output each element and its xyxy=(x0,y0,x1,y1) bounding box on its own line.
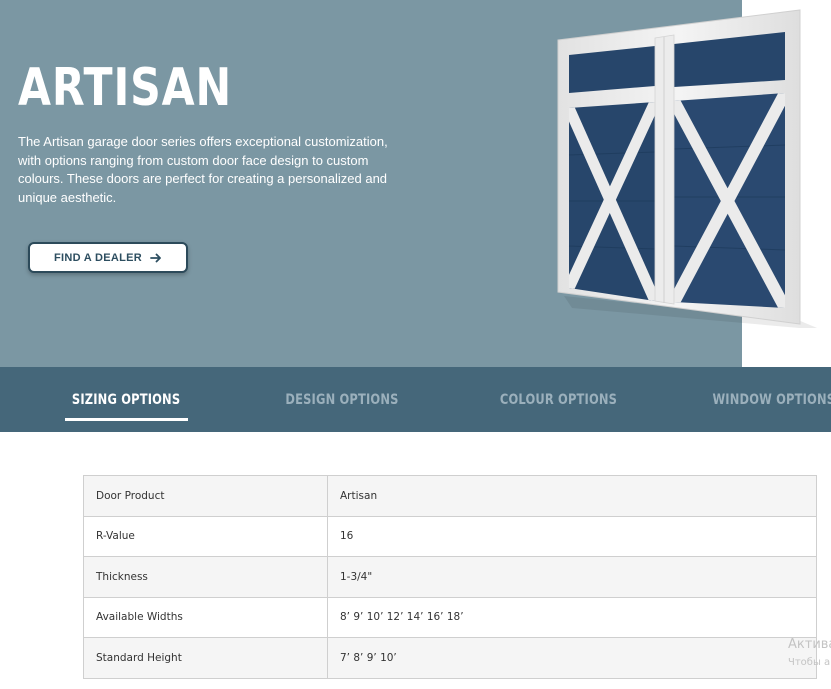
hero-title: ARTISAN xyxy=(18,58,233,118)
spec-value: 8’ 9’ 10’ 12’ 14’ 16’ 18’ xyxy=(327,596,817,638)
tab-window-options[interactable]: WINDOW OPTIONS xyxy=(704,367,831,432)
spec-value: 7’ 8’ 9’ 10’ xyxy=(327,637,817,679)
tab-colour-options[interactable]: COLOUR OPTIONS xyxy=(488,367,628,432)
arrow-right-icon xyxy=(150,253,161,262)
active-tab-indicator xyxy=(65,418,188,421)
table-row: R-Value 16 xyxy=(83,515,817,557)
watermark-line-2: Чтобы а xyxy=(788,657,831,668)
tab-sizing-options[interactable]: SIZING OPTIONS xyxy=(60,367,192,432)
hero-section: ARTISAN The Artisan garage door series o… xyxy=(0,0,831,367)
table-row: Standard Height 7’ 8’ 9’ 10’ xyxy=(83,637,817,679)
spec-label: Door Product xyxy=(83,475,328,517)
garage-door-image xyxy=(557,9,818,328)
table-row: Door Product Artisan xyxy=(83,475,817,517)
options-tab-bar: SIZING OPTIONS DESIGN OPTIONS COLOUR OPT… xyxy=(0,367,831,432)
spec-label: R-Value xyxy=(83,515,328,557)
table-row: Available Widths 8’ 9’ 10’ 12’ 14’ 16’ 1… xyxy=(83,596,817,638)
find-a-dealer-label: FIND A DEALER xyxy=(53,251,143,264)
activation-watermark: Актива Чтобы а xyxy=(788,636,831,671)
spec-value: Artisan xyxy=(327,475,817,517)
spec-label: Thickness xyxy=(83,556,328,598)
sizing-spec-table: Door Product Artisan R-Value 16 Thicknes… xyxy=(83,475,817,679)
find-a-dealer-button[interactable]: FIND A DEALER xyxy=(28,242,188,273)
spec-value: 1-3/4" xyxy=(327,556,817,598)
hero-description: The Artisan garage door series offers ex… xyxy=(18,134,388,205)
watermark-line-1: Актива xyxy=(788,637,831,652)
spec-label: Available Widths xyxy=(83,596,328,638)
tab-design-options[interactable]: DESIGN OPTIONS xyxy=(276,367,408,432)
spec-label: Standard Height xyxy=(83,637,328,679)
spec-value: 16 xyxy=(327,515,817,557)
table-row: Thickness 1-3/4" xyxy=(83,556,817,598)
